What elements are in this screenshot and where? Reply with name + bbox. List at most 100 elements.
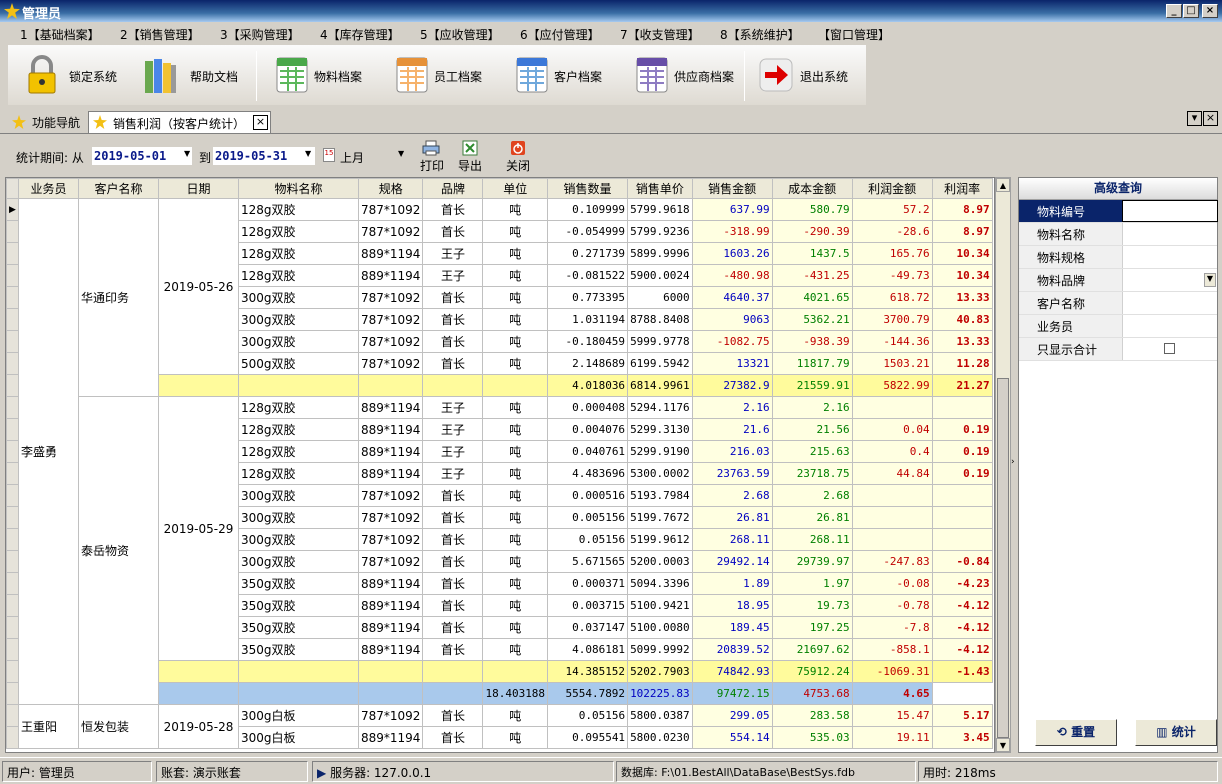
reset-button[interactable]: ⟲ 重置 [1035, 719, 1117, 746]
column-header[interactable]: 物料名称 [238, 178, 359, 199]
row-indicator[interactable] [6, 682, 19, 705]
field-material-spec[interactable]: 物料规格 [1019, 246, 1217, 269]
field-customer-name[interactable]: 客户名称 [1019, 292, 1217, 315]
close-tab-icon[interactable]: × [253, 115, 268, 130]
table-row[interactable]: ▶ 李盛勇 华通印务 2019-05-26 128g双胶 787*1092 首长吨 0.109… [6, 198, 993, 705]
number-cell: 18.95 [691, 594, 773, 617]
row-indicator[interactable] [6, 264, 19, 287]
grid-vertical-scrollbar[interactable]: ▲ ▼ [995, 177, 1011, 753]
menu-item-system[interactable]: 8【系统维护】 [720, 26, 800, 43]
row-indicator[interactable]: ▶ [6, 198, 19, 221]
column-header[interactable]: 单位 [482, 178, 549, 199]
employee-archive-button[interactable]: 员工档案 [384, 45, 496, 105]
row-indicator[interactable] [6, 528, 19, 551]
row-indicator[interactable] [6, 418, 19, 441]
stats-button[interactable]: ▥ 统计 [1135, 719, 1217, 746]
column-header[interactable]: 规格 [357, 178, 424, 199]
material-archive-button[interactable]: 物料档案 [264, 45, 376, 105]
menu-item-receivable[interactable]: 5【应收管理】 [420, 26, 500, 43]
row-indicator[interactable] [6, 572, 19, 595]
row-indicator[interactable] [6, 704, 19, 727]
column-header[interactable]: 日期 [158, 178, 239, 199]
table-row[interactable]: 王重阳 恒发包装 2019-05-28 300g白板 787*1092 首长吨 0.0515… [6, 704, 993, 749]
row-indicator[interactable] [6, 396, 19, 419]
print-button[interactable]: 打印 [412, 138, 448, 173]
row-indicator[interactable] [6, 352, 19, 375]
column-header[interactable]: 利润金额 [851, 178, 933, 199]
menu-item-sales[interactable]: 2【销售管理】 [120, 26, 200, 43]
scroll-thumb[interactable] [997, 378, 1009, 738]
totals-only-checkbox[interactable] [1164, 343, 1175, 354]
material-code-input[interactable] [1122, 200, 1218, 222]
supplier-archive-button[interactable]: 供应商档案 [624, 45, 742, 105]
period-preset-select[interactable]: 上月 [340, 149, 364, 166]
row-indicator[interactable] [6, 638, 19, 661]
row-indicator[interactable] [6, 484, 19, 507]
menu-item-inventory[interactable]: 4【库存管理】 [320, 26, 400, 43]
field-material-code[interactable]: 物料编号 [1019, 200, 1218, 223]
scroll-down-arrow-icon[interactable]: ▼ [996, 738, 1010, 752]
row-indicator[interactable] [6, 660, 19, 683]
field-salesman[interactable]: 业务员 [1019, 315, 1217, 338]
exit-system-button[interactable]: 退出系统 [748, 45, 860, 105]
material-brand-select[interactable]: ▼ [1122, 269, 1218, 291]
row-indicator[interactable] [6, 374, 19, 397]
chevron-right-icon[interactable]: › [1011, 457, 1015, 467]
chevron-down-icon[interactable]: ▼ [1204, 273, 1216, 287]
column-header[interactable]: 销售数量 [547, 178, 629, 199]
row-indicator[interactable] [6, 506, 19, 529]
tab-sales-profit[interactable]: 销售利润（按客户统计） × [88, 111, 271, 133]
chevron-down-icon[interactable]: ▼ [398, 149, 408, 163]
maximize-button[interactable]: □ [1183, 4, 1199, 18]
from-date-input[interactable]: 2019-05-01 [92, 147, 192, 165]
row-indicator[interactable] [6, 550, 19, 573]
column-header[interactable]: 利润率 [931, 178, 993, 199]
row-indicator[interactable] [6, 462, 19, 485]
tab-list-dropdown-icon[interactable]: ▾ [1187, 111, 1202, 126]
customer-archive-button[interactable]: 客户档案 [504, 45, 616, 105]
material-spec-input[interactable] [1122, 246, 1218, 268]
close-window-button[interactable]: × [1202, 4, 1218, 18]
scroll-up-arrow-icon[interactable]: ▲ [996, 178, 1010, 192]
row-indicator[interactable] [6, 616, 19, 639]
row-indicator[interactable] [6, 242, 19, 265]
salesman-input[interactable] [1122, 315, 1218, 337]
row-indicator[interactable] [6, 440, 19, 463]
row-indicator[interactable] [6, 220, 19, 243]
help-docs-button[interactable]: 帮助文档 [132, 45, 248, 105]
text-cell: 首长 [422, 704, 484, 727]
column-header[interactable]: 成本金额 [771, 178, 853, 199]
lock-system-button[interactable]: 锁定系统 [14, 45, 126, 105]
field-material-name[interactable]: 物料名称 [1019, 223, 1217, 246]
customer-name-input[interactable] [1122, 292, 1218, 314]
close-button[interactable]: 关闭 [500, 138, 536, 173]
material-name-input[interactable] [1122, 223, 1218, 245]
column-header[interactable]: 品牌 [422, 178, 484, 199]
chevron-down-icon[interactable]: ▼ [184, 149, 194, 163]
menu-item-purchase[interactable]: 3【采购管理】 [220, 26, 300, 43]
menu-item-cashflow[interactable]: 7【收支管理】 [620, 26, 700, 43]
menu-item-window[interactable]: 【窗口管理】 [818, 26, 890, 43]
table-row[interactable]: 泰岳物资 2019-05-29 128g双胶 889*1194 王子吨 0.000408 5… [6, 396, 993, 705]
column-header[interactable]: 销售金额 [691, 178, 773, 199]
row-indicator[interactable] [6, 726, 19, 749]
row-indicator[interactable] [6, 286, 19, 309]
column-header[interactable]: 销售单价 [627, 178, 693, 199]
text-cell: 吨 [482, 330, 549, 353]
row-indicator[interactable] [6, 308, 19, 331]
to-date-input[interactable]: 2019-05-31 [213, 147, 315, 165]
menu-item-basic[interactable]: 1【基础档案】 [20, 26, 100, 43]
chevron-down-icon[interactable]: ▼ [305, 149, 315, 163]
menu-item-payable[interactable]: 6【应付管理】 [520, 26, 600, 43]
export-button[interactable]: 导出 [452, 138, 488, 173]
column-header[interactable]: 业务员 [18, 178, 79, 199]
tab-function-nav[interactable]: 功能导航 [8, 111, 88, 133]
row-indicator[interactable] [6, 594, 19, 617]
minimize-button[interactable]: _ [1166, 4, 1182, 18]
field-material-brand[interactable]: 物料品牌 ▼ [1019, 269, 1217, 292]
close-all-icon[interactable]: × [1203, 111, 1218, 126]
row-indicator[interactable] [6, 330, 19, 353]
field-totals-only[interactable]: 只显示合计 [1019, 338, 1217, 361]
column-header[interactable]: 客户名称 [78, 178, 159, 199]
panel-splitter[interactable]: › [1011, 177, 1017, 753]
